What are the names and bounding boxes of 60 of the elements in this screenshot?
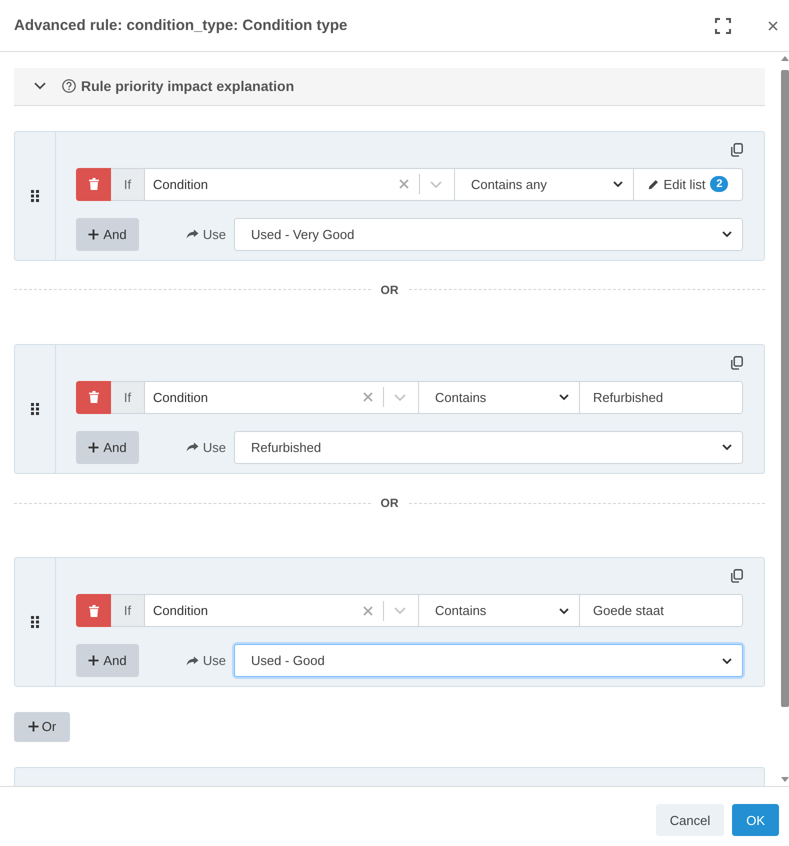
chevron-down-icon[interactable] bbox=[34, 82, 46, 90]
count-badge: 2 bbox=[710, 176, 728, 192]
drag-handle-icon[interactable] bbox=[31, 190, 39, 202]
operator-select[interactable]: Contains bbox=[419, 380, 580, 414]
use-label: Use bbox=[202, 440, 226, 455]
plus-icon bbox=[28, 721, 39, 732]
use-label: Use bbox=[202, 653, 226, 668]
add-and-button[interactable]: And bbox=[76, 644, 139, 678]
if-label: If bbox=[111, 380, 145, 414]
chevron-down-icon[interactable] bbox=[722, 658, 732, 664]
or-separator-label: OR bbox=[380, 496, 400, 510]
chevron-down-icon[interactable] bbox=[722, 444, 732, 450]
result-select[interactable]: Refurbished bbox=[234, 430, 743, 464]
scroll-up-icon[interactable] bbox=[781, 56, 789, 61]
drag-handle-icon[interactable] bbox=[31, 616, 39, 628]
ok-button[interactable]: OK bbox=[732, 804, 779, 836]
cancel-button[interactable]: Cancel bbox=[656, 804, 724, 836]
trash-icon bbox=[88, 178, 98, 190]
value-input[interactable]: Goede staat bbox=[580, 594, 743, 628]
dialog-title: Advanced rule: condition_type: Condition type bbox=[14, 17, 348, 34]
fullscreen-icon[interactable] bbox=[715, 18, 731, 34]
chevron-down-icon[interactable] bbox=[722, 231, 732, 238]
plus-icon bbox=[88, 442, 100, 453]
explanation-label: Rule priority impact explanation bbox=[81, 78, 294, 94]
copy-icon[interactable] bbox=[730, 142, 743, 157]
delete-button[interactable] bbox=[76, 594, 111, 628]
edit-list-button[interactable]: Edit list 2 bbox=[634, 168, 743, 201]
use-label: Use bbox=[202, 226, 226, 242]
chevron-down-icon[interactable] bbox=[613, 181, 623, 188]
share-arrow-icon bbox=[186, 442, 199, 452]
copy-icon[interactable] bbox=[730, 356, 743, 370]
if-label: If bbox=[111, 168, 145, 201]
add-and-button[interactable]: And bbox=[76, 218, 139, 251]
if-label: If bbox=[111, 594, 145, 628]
chevron-down-icon[interactable] bbox=[559, 394, 569, 400]
share-arrow-icon bbox=[186, 656, 199, 666]
add-or-button[interactable]: Or bbox=[14, 712, 70, 742]
result-select[interactable]: Used - Good bbox=[234, 644, 743, 678]
pencil-icon bbox=[648, 178, 659, 190]
trash-icon bbox=[88, 391, 98, 404]
value-input[interactable]: Refurbished bbox=[580, 380, 743, 414]
add-and-button[interactable]: And bbox=[76, 430, 139, 464]
delete-button[interactable] bbox=[76, 380, 111, 414]
drag-handle-icon[interactable] bbox=[31, 402, 39, 415]
plus-icon bbox=[88, 228, 100, 240]
scroll-down-icon[interactable] bbox=[781, 777, 789, 782]
explanation-panel[interactable]: Rule priority impact explanation bbox=[14, 68, 765, 106]
chevron-down-icon[interactable] bbox=[559, 608, 569, 614]
operator-select[interactable]: Contains bbox=[419, 594, 580, 628]
trash-icon bbox=[88, 604, 98, 617]
plus-icon bbox=[88, 655, 100, 666]
scrollbar-thumb[interactable] bbox=[781, 70, 789, 707]
result-select[interactable]: Used - Very Good bbox=[234, 218, 743, 251]
delete-button[interactable] bbox=[76, 168, 111, 201]
copy-icon[interactable] bbox=[730, 569, 743, 584]
operator-select[interactable]: Contains any bbox=[455, 168, 634, 201]
share-arrow-icon bbox=[186, 229, 199, 240]
help-icon bbox=[62, 79, 76, 94]
or-separator-label: OR bbox=[380, 282, 400, 297]
close-icon[interactable] bbox=[768, 20, 778, 30]
